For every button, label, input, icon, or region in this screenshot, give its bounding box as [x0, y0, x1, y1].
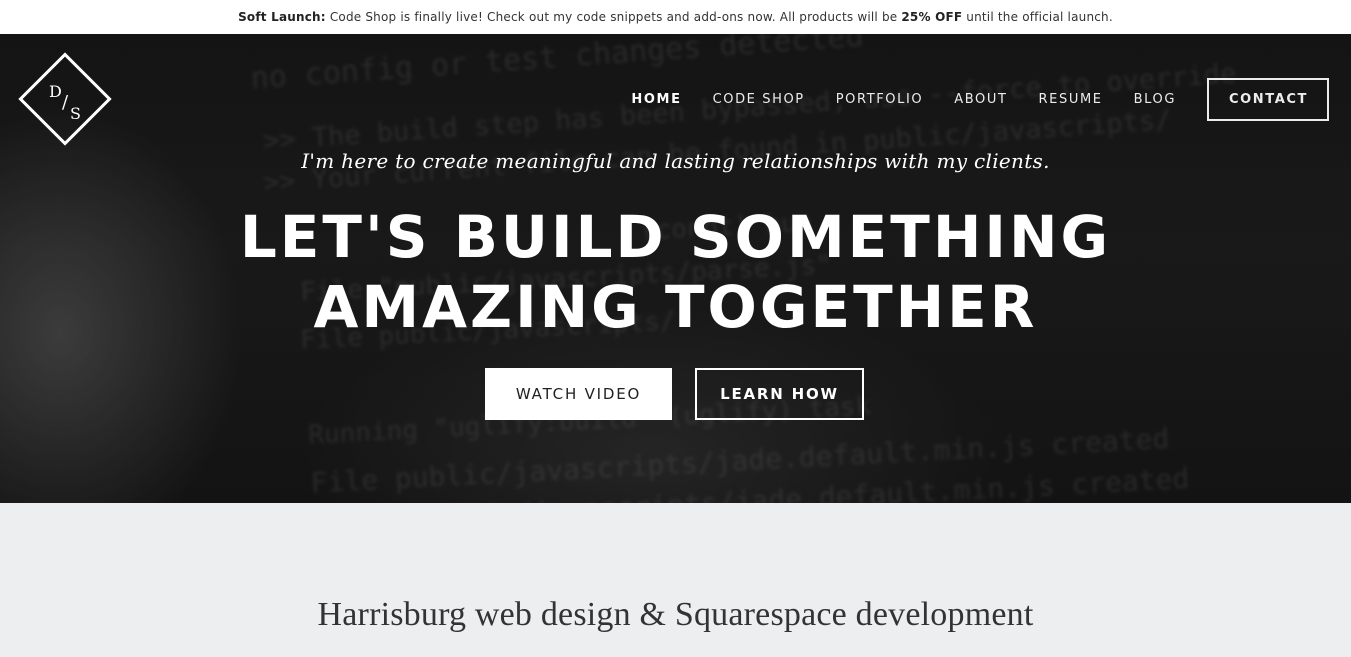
nav-home[interactable]: HOME: [631, 92, 681, 107]
hero-buttons: WATCH VIDEO LEARN HOW: [485, 368, 864, 420]
logo[interactable]: D / S: [32, 66, 98, 132]
main-nav: HOME CODE SHOP PORTFOLIO ABOUT RESUME BL…: [600, 78, 1329, 121]
hero-headline: LET'S BUILD SOMETHING AMAZING TOGETHER: [0, 202, 1351, 342]
logo-letter-d: D: [49, 82, 62, 101]
nav-resume[interactable]: RESUME: [1039, 92, 1103, 107]
announcement-highlight: 25% OFF: [901, 10, 963, 24]
nav-portfolio[interactable]: PORTFOLIO: [836, 92, 924, 107]
nav-blog[interactable]: BLOG: [1134, 92, 1176, 107]
contact-button[interactable]: CONTACT: [1207, 78, 1329, 121]
hero-tagline: I'm here to create meaningful and lastin…: [301, 149, 1050, 173]
logo-letter-s: S: [70, 104, 81, 123]
announcement-text-2: until the official launch.: [962, 10, 1113, 24]
hero-section: no config or test changes detected >> Th…: [0, 34, 1351, 503]
headline-line-2: AMAZING TOGETHER: [313, 273, 1038, 341]
announcement-prefix: Soft Launch:: [238, 10, 326, 24]
announcement-bar: Soft Launch: Code Shop is finally live! …: [0, 0, 1351, 34]
learn-how-button[interactable]: LEARN HOW: [695, 368, 864, 420]
nav-code-shop[interactable]: CODE SHOP: [713, 92, 805, 107]
section-heading: Harrisburg web design & Squarespace deve…: [317, 596, 1034, 633]
intro-section: Harrisburg web design & Squarespace deve…: [0, 503, 1351, 657]
headline-line-1: LET'S BUILD SOMETHING: [239, 203, 1112, 271]
watch-video-button[interactable]: WATCH VIDEO: [485, 368, 672, 420]
logo-separator: /: [62, 92, 69, 113]
nav-about[interactable]: ABOUT: [954, 92, 1007, 107]
announcement-text-1: Code Shop is finally live! Check out my …: [325, 10, 902, 24]
